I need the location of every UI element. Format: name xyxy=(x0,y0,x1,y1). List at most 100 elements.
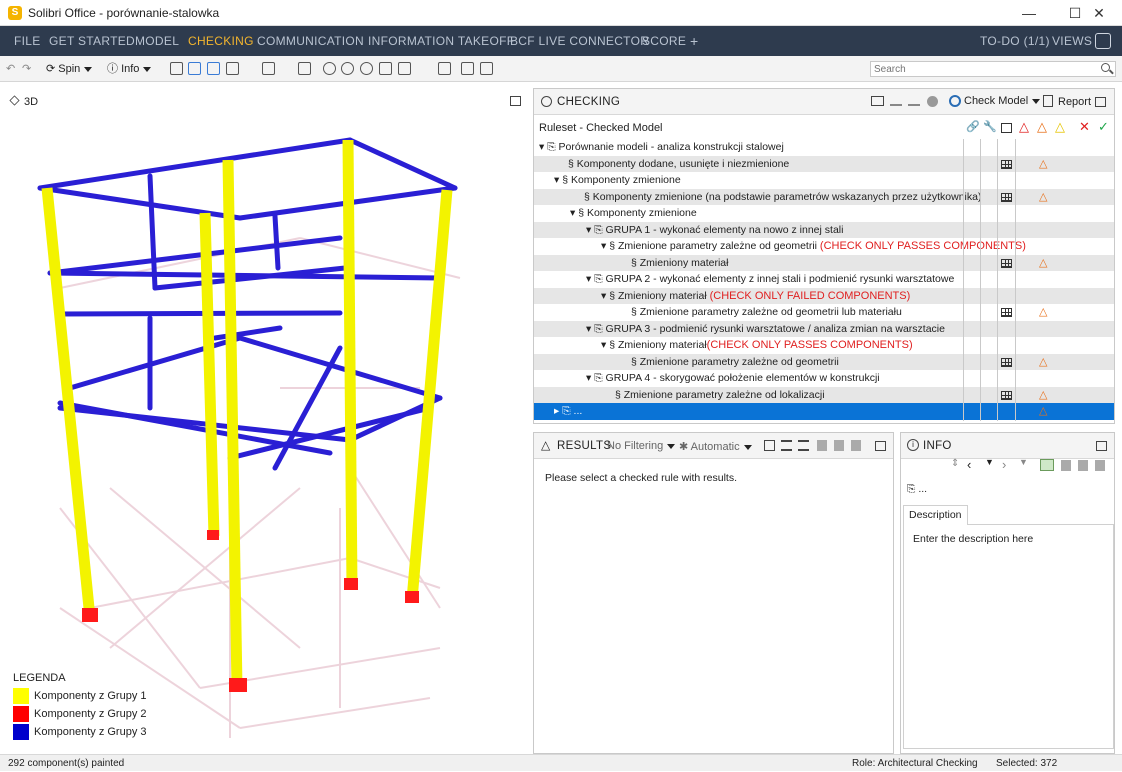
sort-arrows-icon[interactable]: ⇕ xyxy=(951,458,959,469)
menu-bcf-live-connector[interactable]: BCF LIVE CONNECTOR xyxy=(510,26,649,56)
hide-tool-icon[interactable] xyxy=(188,62,201,75)
menu-checking[interactable]: CHECKING xyxy=(188,26,254,56)
forward-icon[interactable]: › xyxy=(1002,457,1006,472)
zoom-out-icon[interactable] xyxy=(360,62,373,75)
zoom-selected-icon[interactable] xyxy=(379,62,392,75)
section-tool-icon[interactable] xyxy=(398,62,411,75)
tree-row[interactable]: ▾ ⎘ Porównanie modeli - analiza konstruk… xyxy=(534,139,1114,156)
save-ruleset-icon[interactable] xyxy=(890,96,902,106)
check-model-icon[interactable] xyxy=(949,95,961,107)
view-cube-icon[interactable] xyxy=(262,62,275,75)
table-icon[interactable] xyxy=(1001,308,1012,317)
description-area[interactable]: Enter the description here xyxy=(903,525,1114,749)
tree-row[interactable]: ▾ § Komponenty zmienione xyxy=(534,172,1114,189)
ruleset-tree[interactable]: ▾ ⎘ Porównanie modeli - analiza konstruk… xyxy=(534,139,1114,421)
maximize-panel-icon[interactable] xyxy=(1096,441,1107,451)
search-icon[interactable] xyxy=(1101,63,1110,72)
maximize-panel-icon[interactable] xyxy=(510,96,521,106)
menu-information-takeoff[interactable]: INFORMATION TAKEOFF xyxy=(368,26,514,56)
map-icon[interactable] xyxy=(461,62,474,75)
group-icon[interactable] xyxy=(764,440,775,451)
report-icon[interactable] xyxy=(1043,95,1053,107)
tree-row[interactable]: § Zmienione parametry zależne od geometr… xyxy=(534,353,1114,370)
search-input[interactable] xyxy=(870,61,1116,77)
ruleset-column-label[interactable]: Ruleset - Checked Model xyxy=(539,122,663,134)
maximize-panel-icon[interactable] xyxy=(1095,97,1106,107)
tree-row-selected[interactable]: ▸ ⎘ ... △ xyxy=(534,403,1114,420)
sort-icon[interactable] xyxy=(798,440,809,451)
table-icon[interactable] xyxy=(1001,123,1012,133)
tab-description[interactable]: Description xyxy=(903,505,968,525)
redo-icon[interactable]: ↷ xyxy=(22,60,31,78)
table-icon[interactable] xyxy=(1001,390,1012,400)
fit-view-icon[interactable] xyxy=(298,62,311,75)
spin-dropdown[interactable]: ⟳ Spin xyxy=(46,60,93,78)
low-severity-icon[interactable]: △ xyxy=(1055,119,1065,135)
tree-row[interactable]: § Zmieniony materiał △ xyxy=(534,254,1114,271)
approved-icon[interactable]: ✓ xyxy=(1098,119,1109,135)
tree-row[interactable]: ▾ § Komponenty zmienione xyxy=(534,205,1114,222)
stack-icon[interactable] xyxy=(480,62,493,75)
3d-model-canvas[interactable] xyxy=(0,88,530,754)
link-selection-icon[interactable] xyxy=(1040,459,1054,471)
views-button[interactable]: VIEWS xyxy=(1052,26,1092,56)
zoom-icon[interactable] xyxy=(323,62,336,75)
mode-dropdown[interactable]: ✱ Automatic xyxy=(679,440,752,453)
open-folder-icon[interactable] xyxy=(871,96,884,106)
attachment-icon[interactable]: 🔗 xyxy=(966,120,980,133)
table-icon[interactable] xyxy=(1001,258,1012,268)
menu-get-started[interactable]: GET STARTED xyxy=(49,26,135,56)
wrench-icon[interactable]: 🔧 xyxy=(983,120,997,133)
tree-row[interactable]: § Komponenty zmienione (na podstawie par… xyxy=(534,188,1114,205)
slide-icon[interactable] xyxy=(834,440,844,451)
history-dropdown-icon[interactable]: ▼ xyxy=(985,457,994,467)
minimize-icon[interactable]: — xyxy=(1006,0,1052,26)
maximize-panel-icon[interactable] xyxy=(875,441,886,451)
slide-icon[interactable] xyxy=(817,440,827,451)
table-icon[interactable] xyxy=(1001,192,1012,202)
tree-row[interactable]: ▾ § Zmieniony materiał (CHECK ONLY FAILE… xyxy=(534,287,1114,304)
export-icon[interactable] xyxy=(908,96,920,106)
filter-dropdown[interactable]: No Filtering xyxy=(607,440,676,452)
slide-icon[interactable] xyxy=(851,440,861,451)
isolate-tool-icon[interactable] xyxy=(207,62,220,75)
layers-icon[interactable] xyxy=(438,62,451,75)
tree-row[interactable]: § Zmienione parametry zależne od lokaliz… xyxy=(534,386,1114,403)
undo-icon[interactable]: ↶ xyxy=(6,60,15,78)
3d-view-panel[interactable]: 3D xyxy=(0,88,530,754)
menu-score[interactable]: SCORE xyxy=(642,26,686,56)
todo-button[interactable]: TO-DO (1/1) xyxy=(980,26,1050,56)
slide-icon[interactable] xyxy=(1061,460,1071,471)
info-dropdown[interactable]: ⓘ Info xyxy=(107,60,152,78)
forward-dropdown-icon[interactable]: ▼ xyxy=(1019,457,1028,467)
select-tool-icon[interactable] xyxy=(170,62,183,75)
menu-communication[interactable]: COMMUNICATION xyxy=(257,26,364,56)
close-icon[interactable]: ✕ xyxy=(1076,0,1122,26)
tree-row[interactable]: § Komponenty dodane, usunięte i niezmien… xyxy=(534,155,1114,172)
tree-row[interactable]: § Zmienione parametry zależne od geometr… xyxy=(534,304,1114,321)
table-icon[interactable] xyxy=(1001,357,1012,367)
table-icon[interactable] xyxy=(1001,159,1012,169)
menu-model[interactable]: MODEL xyxy=(135,26,179,56)
tree-row[interactable]: ▾ ⎘ GRUPA 2 - wykonać elementy z innej s… xyxy=(534,271,1114,288)
tree-row[interactable]: ▾ ⎘ GRUPA 1 - wykonać elementy na nowo z… xyxy=(534,221,1114,238)
tree-row[interactable]: ▾ ⎘ GRUPA 4 - skorygować położenie eleme… xyxy=(534,370,1114,387)
rejected-icon[interactable]: ✕ xyxy=(1079,119,1090,135)
critical-severity-icon[interactable]: △ xyxy=(1019,119,1029,135)
back-icon[interactable]: ‹ xyxy=(967,457,971,472)
tree-row[interactable]: ▾ § Zmienione parametry zależne od geome… xyxy=(534,238,1114,255)
slide-icon[interactable] xyxy=(1078,460,1088,471)
menu-file[interactable]: FILE xyxy=(14,26,41,56)
zoom-in-icon[interactable] xyxy=(341,62,354,75)
home-view-icon[interactable] xyxy=(1095,33,1111,49)
add-view-button[interactable]: + xyxy=(690,26,698,56)
stop-icon[interactable] xyxy=(927,96,938,107)
list-icon[interactable] xyxy=(781,440,792,451)
moderate-severity-icon[interactable]: △ xyxy=(1037,119,1047,135)
check-model-button[interactable]: Check Model xyxy=(964,95,1041,107)
tree-row[interactable]: ▾ ⎘ GRUPA 3 - podmienić rysunki warsztat… xyxy=(534,320,1114,337)
tree-row[interactable]: ▾ § Zmieniony materiał(CHECK ONLY PASSES… xyxy=(534,337,1114,354)
report-button[interactable]: Report xyxy=(1058,96,1091,108)
slide-icon[interactable] xyxy=(1095,460,1105,471)
color-tool-icon[interactable] xyxy=(226,62,239,75)
